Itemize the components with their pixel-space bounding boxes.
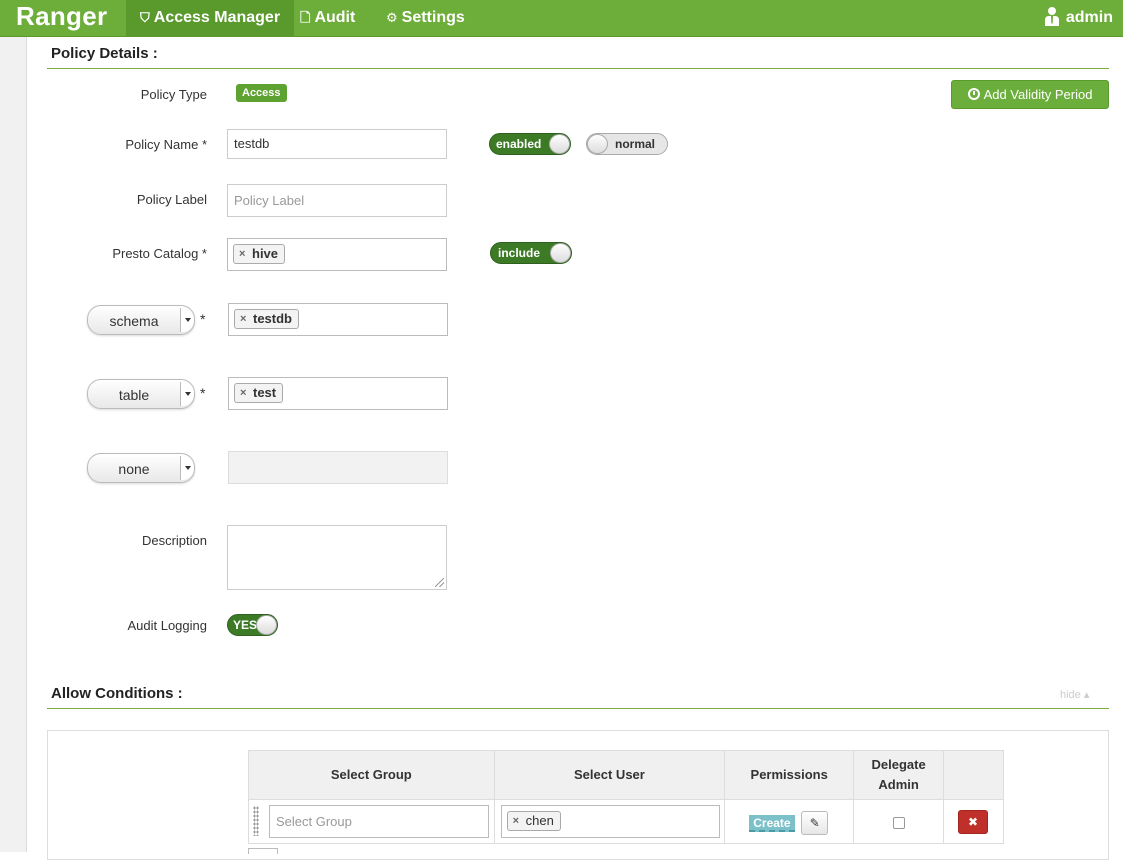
left-sidebar-strip <box>0 37 27 852</box>
section-divider <box>47 68 1109 69</box>
edit-permissions-button[interactable]: ✎ <box>801 811 829 835</box>
chevron-down-icon <box>180 382 194 406</box>
shield-icon: ⛉ <box>140 10 150 25</box>
schema-tag: × testdb <box>234 309 299 329</box>
remove-tag-icon[interactable]: × <box>240 310 246 328</box>
policy-type-label: Policy Type <box>140 87 207 102</box>
required-mark: * <box>200 385 206 401</box>
description-label: Description <box>141 533 207 548</box>
remove-tag-icon[interactable]: × <box>240 384 246 402</box>
table-row: Select Group × chen Create ✎ ✖ <box>248 799 1004 844</box>
nav-audit[interactable]: 🗋 Audit <box>286 0 369 37</box>
close-icon: ✖ <box>968 815 979 829</box>
file-icon: 🗋 <box>300 10 311 25</box>
policy-details-title: Policy Details : <box>51 45 158 62</box>
clock-icon <box>967 88 980 100</box>
policy-type-badge: Access <box>236 84 287 102</box>
required-mark: * <box>200 311 206 327</box>
col-permissions: Permissions <box>724 750 855 800</box>
nav-access-manager[interactable]: ⛉ Access Manager <box>126 0 295 37</box>
nav-settings[interactable]: ⚙ Settings <box>372 0 479 37</box>
toggle-knob <box>549 134 570 154</box>
user-icon <box>1044 7 1059 26</box>
include-toggle[interactable]: include <box>490 242 572 264</box>
table-input[interactable]: × test <box>228 377 448 410</box>
description-textarea[interactable] <box>227 525 447 590</box>
allow-conditions-table: Select Group Select User Permissions Del… <box>248 750 1004 844</box>
remove-tag-icon[interactable]: × <box>513 812 519 830</box>
permission-badge[interactable]: Create <box>749 815 795 832</box>
audit-logging-label: Audit Logging <box>127 618 207 633</box>
col-delegate-admin: Delegate Admin <box>853 750 945 800</box>
resource-type-select-schema[interactable]: schema <box>87 305 195 335</box>
toggle-knob <box>550 243 571 263</box>
policy-label-input[interactable]: Policy Label <box>227 184 447 217</box>
allow-conditions-title: Allow Conditions : <box>51 685 183 702</box>
select-group-input[interactable]: Select Group <box>269 805 489 838</box>
col-select-user: Select User <box>493 750 726 800</box>
audit-logging-toggle[interactable]: YES <box>227 614 278 636</box>
brand-logo[interactable]: Ranger <box>16 1 107 32</box>
user-menu[interactable]: admin <box>1044 0 1113 37</box>
user-tag: × chen <box>506 811 561 831</box>
add-validity-period-button[interactable]: Add Validity Period <box>951 80 1109 109</box>
chevron-down-icon <box>180 308 194 332</box>
policy-priority-toggle[interactable]: normal <box>586 133 668 155</box>
col-actions <box>943 750 1004 800</box>
pencil-icon: ✎ <box>809 816 820 830</box>
chevron-down-icon <box>180 456 194 480</box>
schema-input[interactable]: × testdb <box>228 303 448 336</box>
top-navbar: Ranger ⛉ Access Manager 🗋 Audit ⚙ Settings … <box>0 0 1123 37</box>
drag-handle-icon[interactable] <box>253 806 259 836</box>
gear-icon: ⚙ <box>386 10 398 25</box>
policy-enabled-toggle[interactable]: enabled <box>489 133 571 155</box>
toggle-knob <box>256 615 277 635</box>
policy-name-label: Policy Name * <box>125 137 207 152</box>
delegate-admin-checkbox[interactable] <box>893 817 906 829</box>
col-select-group: Select Group <box>248 750 495 800</box>
add-row-button[interactable] <box>248 848 278 854</box>
resource-type-select-table[interactable]: table <box>87 379 195 409</box>
section-divider <box>47 708 1109 709</box>
resize-handle-icon[interactable] <box>435 578 444 587</box>
toggle-knob <box>587 134 608 154</box>
table-tag: × test <box>234 383 284 403</box>
select-user-input[interactable]: × chen <box>500 805 720 838</box>
presto-catalog-input[interactable]: × hive <box>227 238 447 271</box>
policy-label-label: Policy Label <box>136 192 207 207</box>
policy-name-input[interactable]: testdb <box>227 129 447 159</box>
column-input-disabled <box>228 451 448 484</box>
hide-toggle-link[interactable]: hide ▴ <box>1060 688 1089 701</box>
delete-row-button[interactable]: ✖ <box>958 810 989 834</box>
catalog-tag: × hive <box>233 244 286 264</box>
remove-tag-icon[interactable]: × <box>239 245 245 263</box>
presto-catalog-label: Presto Catalog * <box>112 246 207 261</box>
resource-type-select-column[interactable]: none <box>87 453 195 483</box>
